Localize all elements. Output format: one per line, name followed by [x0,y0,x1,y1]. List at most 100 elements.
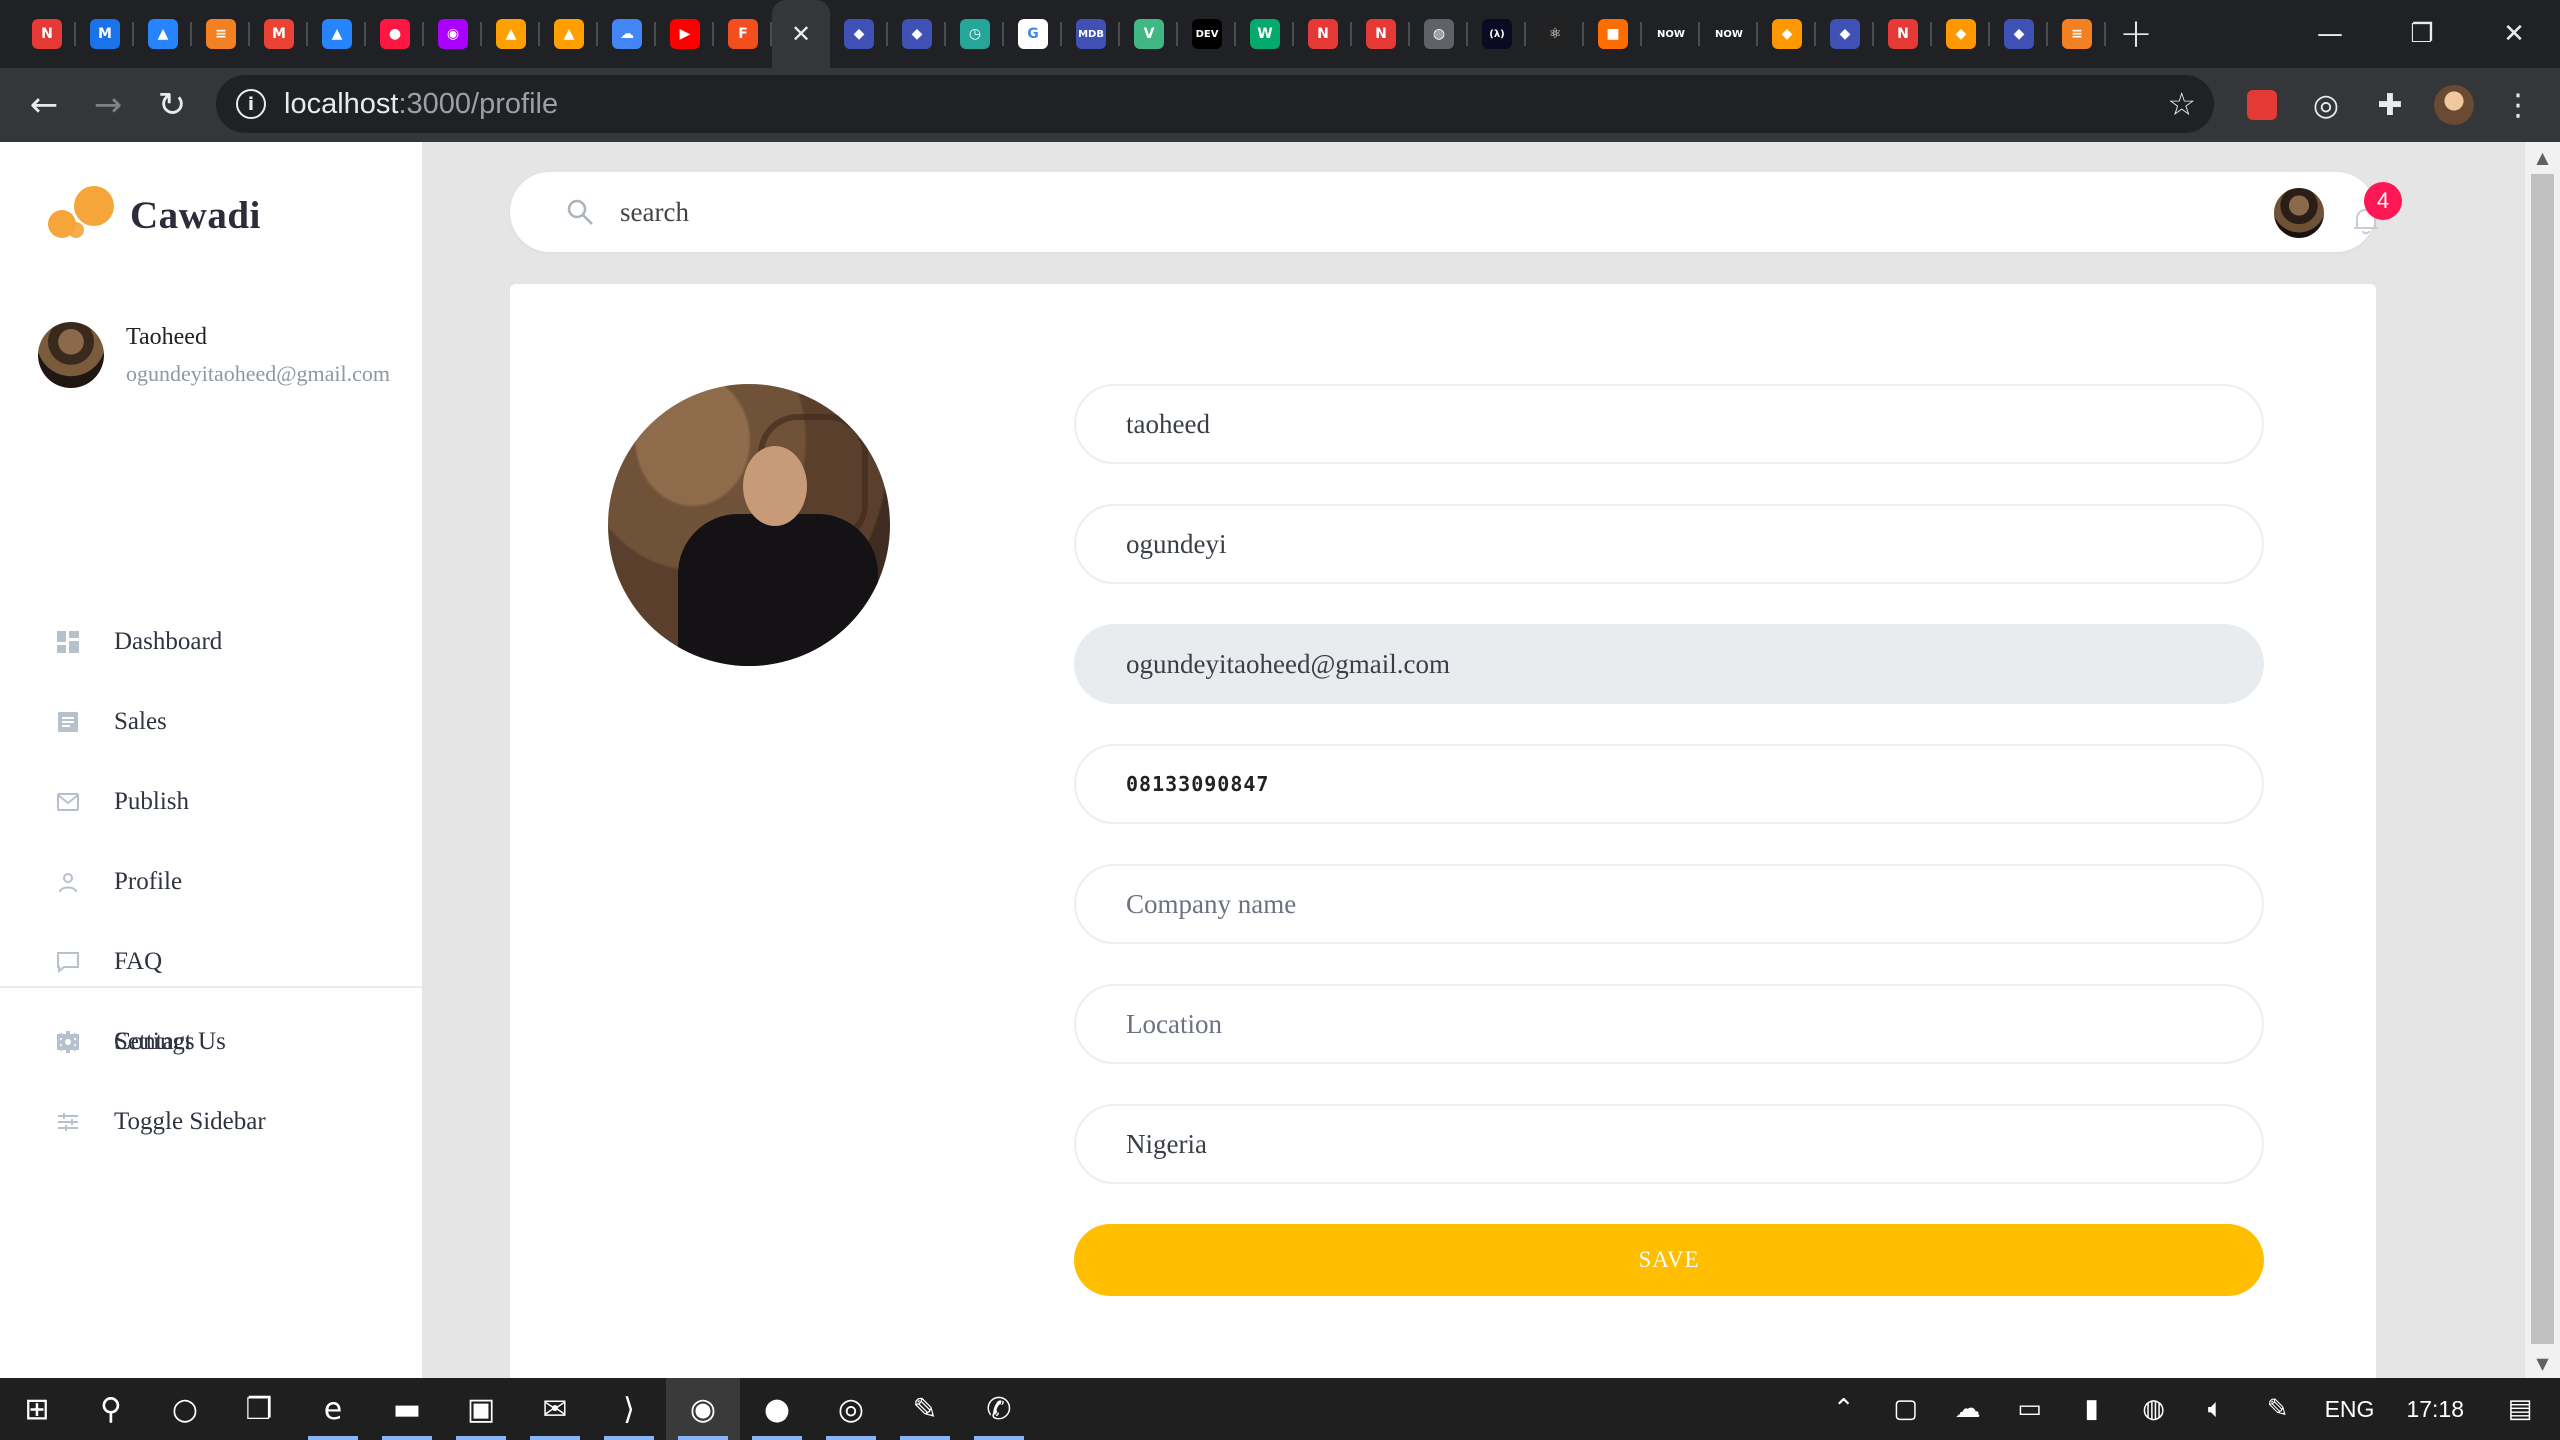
browser-tab[interactable]: ▲ [540,0,598,68]
store-icon[interactable]: ▣ [444,1378,518,1440]
search-input[interactable] [620,192,2120,232]
extension-target-icon[interactable]: ◎ [2294,73,2358,137]
reload-icon[interactable]: ↻ [140,73,204,137]
site-info-icon[interactable]: i [236,89,266,119]
onedrive-cloud-icon[interactable]: ☁ [1937,1378,1999,1440]
browser-tab[interactable]: ◆ [1758,0,1816,68]
browser-tab[interactable]: ● [366,0,424,68]
sidebar-item-settings[interactable]: Settings [0,1002,422,1082]
display-icon[interactable]: ▭ [1999,1378,2061,1440]
avatar[interactable] [2274,188,2324,238]
browser-tab[interactable]: ≡ [2048,0,2106,68]
browser-tab[interactable]: ◆ [1990,0,2048,68]
browser-tab[interactable]: ◆ [830,0,888,68]
browser-menu-icon[interactable]: ⋮ [2486,73,2550,137]
restore-icon[interactable]: ❐ [2376,0,2468,68]
browser-tab[interactable]: ◆ [1816,0,1874,68]
browser-tab[interactable]: ◉ [424,0,482,68]
profile-avatar-icon[interactable] [2422,73,2486,137]
sidebar-item-sales[interactable]: Sales [0,682,422,762]
phone-field[interactable] [1126,772,2126,796]
chevron-up-icon[interactable]: ⌃ [1813,1378,1875,1440]
chrome-icon[interactable]: ◉ [666,1378,740,1440]
sidebar-item-toggle-sidebar[interactable]: Toggle Sidebar [0,1082,422,1162]
sidebar-item-profile[interactable]: Profile [0,842,422,922]
extensions-puzzle-icon[interactable]: ✚ [2358,73,2422,137]
browser-tab[interactable]: DEV [1178,0,1236,68]
browser-tab[interactable]: N [1874,0,1932,68]
location-field[interactable] [1126,1008,2126,1040]
browser-tab[interactable]: N [18,0,76,68]
browser-tab[interactable]: (λ) [1468,0,1526,68]
notepad-icon[interactable]: ✎ [888,1378,962,1440]
file-explorer-icon[interactable]: ▬ [370,1378,444,1440]
cortana-icon[interactable]: ○ [148,1378,222,1440]
browser-tab[interactable]: N [1352,0,1410,68]
new-tab-button[interactable]: + [2106,0,2166,68]
browser-tab[interactable]: W [1236,0,1294,68]
vscode-icon[interactable]: ⟩ [592,1378,666,1440]
browser-tab[interactable]: NOW [1700,0,1758,68]
browser-tab[interactable]: M [250,0,308,68]
obs-icon[interactable]: ◎ [814,1378,888,1440]
browser-tab[interactable]: ◆ [888,0,946,68]
forward-icon[interactable]: → [76,73,140,137]
meet-now-icon[interactable]: ▢ [1875,1378,1937,1440]
country-field[interactable] [1126,1128,2126,1160]
browser-tab[interactable]: M [76,0,134,68]
battery-icon[interactable]: ▮ [2061,1378,2123,1440]
browser-tab[interactable]: ◆ [1932,0,1990,68]
postman-icon[interactable]: ● [740,1378,814,1440]
browser-tab[interactable]: ◷ [946,0,1004,68]
browser-tab[interactable]: ■ [1584,0,1642,68]
browser-tab[interactable]: ▲ [134,0,192,68]
scroll-up-icon[interactable]: ▲ [2525,142,2560,172]
extension-red-icon[interactable] [2230,73,2294,137]
browser-tab[interactable]: ▲ [482,0,540,68]
company-field[interactable] [1126,888,2126,920]
browser-tab[interactable]: ▲ [308,0,366,68]
close-window-icon[interactable]: ✕ [2468,0,2560,68]
first-name-field[interactable] [1126,408,2126,440]
sidebar-item-faq[interactable]: FAQ [0,922,422,1002]
browser-tab[interactable]: ◍ [1410,0,1468,68]
url-text[interactable]: localhost:3000/profile [284,88,558,121]
search-icon[interactable]: ⚲ [74,1378,148,1440]
task-view-icon[interactable]: ❐ [222,1378,296,1440]
sidebar-item-dashboard[interactable]: Dashboard [0,602,422,682]
browser-tab[interactable]: NOW [1642,0,1700,68]
bookmark-star-icon[interactable]: ☆ [2167,85,2196,123]
windows-start-icon[interactable]: ⊞ [0,1378,74,1440]
clock[interactable]: 17:18 [2390,1396,2480,1423]
browser-tab[interactable]: ✕ [772,0,830,68]
back-icon[interactable]: ← [12,73,76,137]
scroll-down-icon[interactable]: ▼ [2525,1348,2560,1378]
brand-logo[interactable]: Cawadi [48,182,261,248]
minimize-icon[interactable]: — [2284,0,2376,68]
browser-tab[interactable]: N [1294,0,1352,68]
notification-badge[interactable]: 4 [2364,182,2402,220]
browser-tab[interactable]: ☁ [598,0,656,68]
browser-tab[interactable]: G [1004,0,1062,68]
pen-icon[interactable]: ✎ [2247,1378,2309,1440]
browser-tab[interactable]: ≡ [192,0,250,68]
scroll-thumb[interactable] [2531,174,2554,1344]
browser-tab[interactable]: ⚛ [1526,0,1584,68]
language-indicator[interactable]: ENG [2309,1396,2391,1423]
sidebar-item-publish[interactable]: Publish [0,762,422,842]
page-scrollbar[interactable]: ▲ ▼ [2525,142,2560,1378]
browser-tab[interactable]: ▶ [656,0,714,68]
browser-tab[interactable]: MDB [1062,0,1120,68]
edge-icon[interactable]: e [296,1378,370,1440]
browser-tab[interactable]: F [714,0,772,68]
mail-icon[interactable]: ✉ [518,1378,592,1440]
network-globe-icon[interactable]: ◍ [2123,1378,2185,1440]
address-bar[interactable]: i localhost:3000/profile ☆ [216,75,2214,133]
notifications-icon[interactable]: ▤ [2480,1378,2560,1440]
save-button[interactable]: SAVE [1074,1224,2264,1296]
profile-photo[interactable] [608,384,890,666]
last-name-field[interactable] [1126,528,2126,560]
whatsapp-icon[interactable]: ✆ [962,1378,1036,1440]
browser-tab[interactable]: V [1120,0,1178,68]
volume-icon[interactable]: 🔈︎ [2185,1378,2247,1440]
